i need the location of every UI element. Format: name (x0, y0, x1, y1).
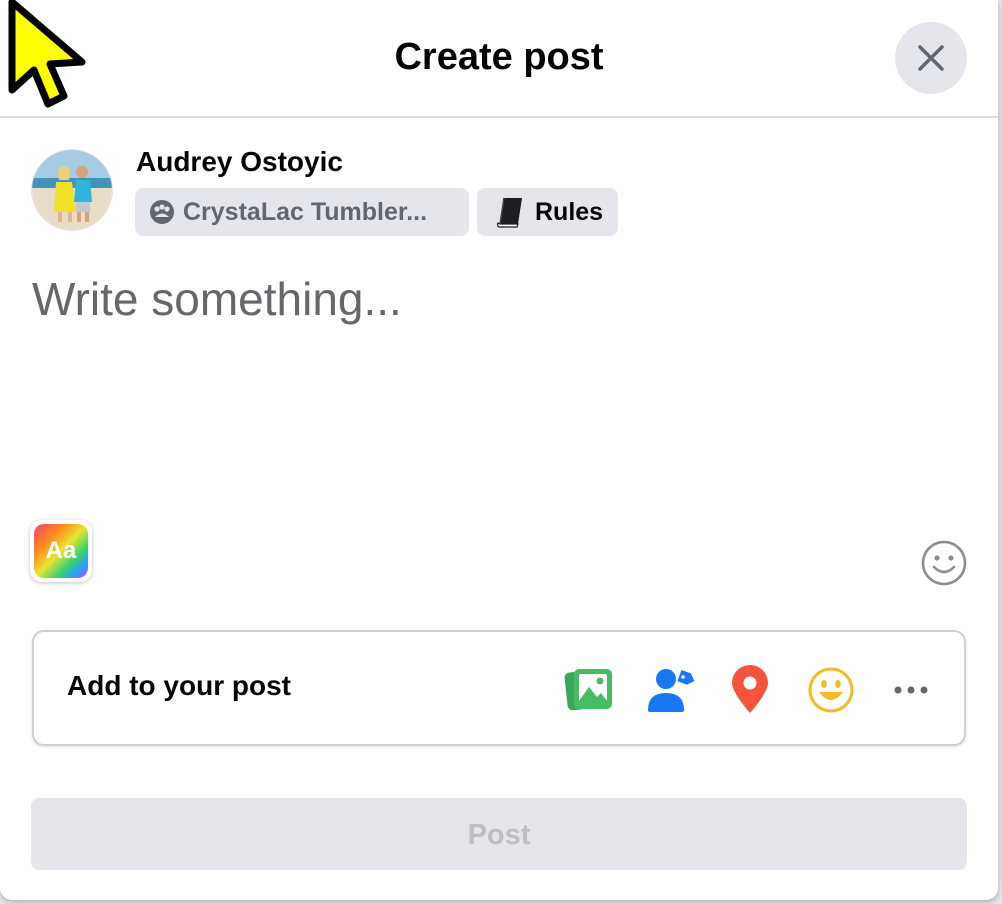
tag-people-button[interactable] (645, 664, 697, 716)
create-post-dialog: Create post Audrey Ostoyic CrystaLac Tum… (0, 0, 998, 900)
group-icon (150, 200, 174, 224)
smiley-face-icon (921, 540, 967, 586)
group-chip-label: CrystaLac Tumbler... (183, 197, 428, 226)
add-to-post-panel: Add to your post (32, 630, 966, 746)
mouse-cursor-icon (8, 0, 86, 108)
feeling-button[interactable] (805, 664, 857, 716)
close-icon (918, 45, 944, 71)
location-button[interactable] (724, 664, 776, 716)
author-name: Audrey Ostoyic (136, 146, 343, 177)
more-options-button[interactable] (885, 664, 937, 716)
avatar[interactable] (32, 150, 112, 230)
location-icon (732, 665, 768, 713)
post-text-input[interactable] (32, 272, 962, 492)
close-button[interactable] (895, 22, 967, 94)
feeling-icon (808, 667, 854, 713)
add-to-post-label: Add to your post (67, 670, 291, 701)
dialog-title: Create post (394, 36, 604, 78)
text-format-icon: Aa (34, 524, 88, 578)
rules-chip[interactable]: Rules (477, 188, 618, 236)
photo-video-icon (564, 669, 612, 711)
rules-chip-label: Rules (535, 197, 604, 226)
text-format-button[interactable]: Aa (30, 520, 92, 582)
avatar-photo (32, 150, 112, 230)
book-icon (497, 197, 522, 228)
group-audience-chip[interactable]: CrystaLac Tumbler... (135, 188, 469, 236)
tag-people-icon (648, 669, 695, 712)
more-icon (894, 686, 928, 694)
photo-video-button[interactable] (563, 664, 615, 716)
emoji-button[interactable] (920, 539, 968, 587)
dialog-header: Create post (0, 0, 998, 118)
post-button[interactable]: Post (31, 798, 967, 870)
